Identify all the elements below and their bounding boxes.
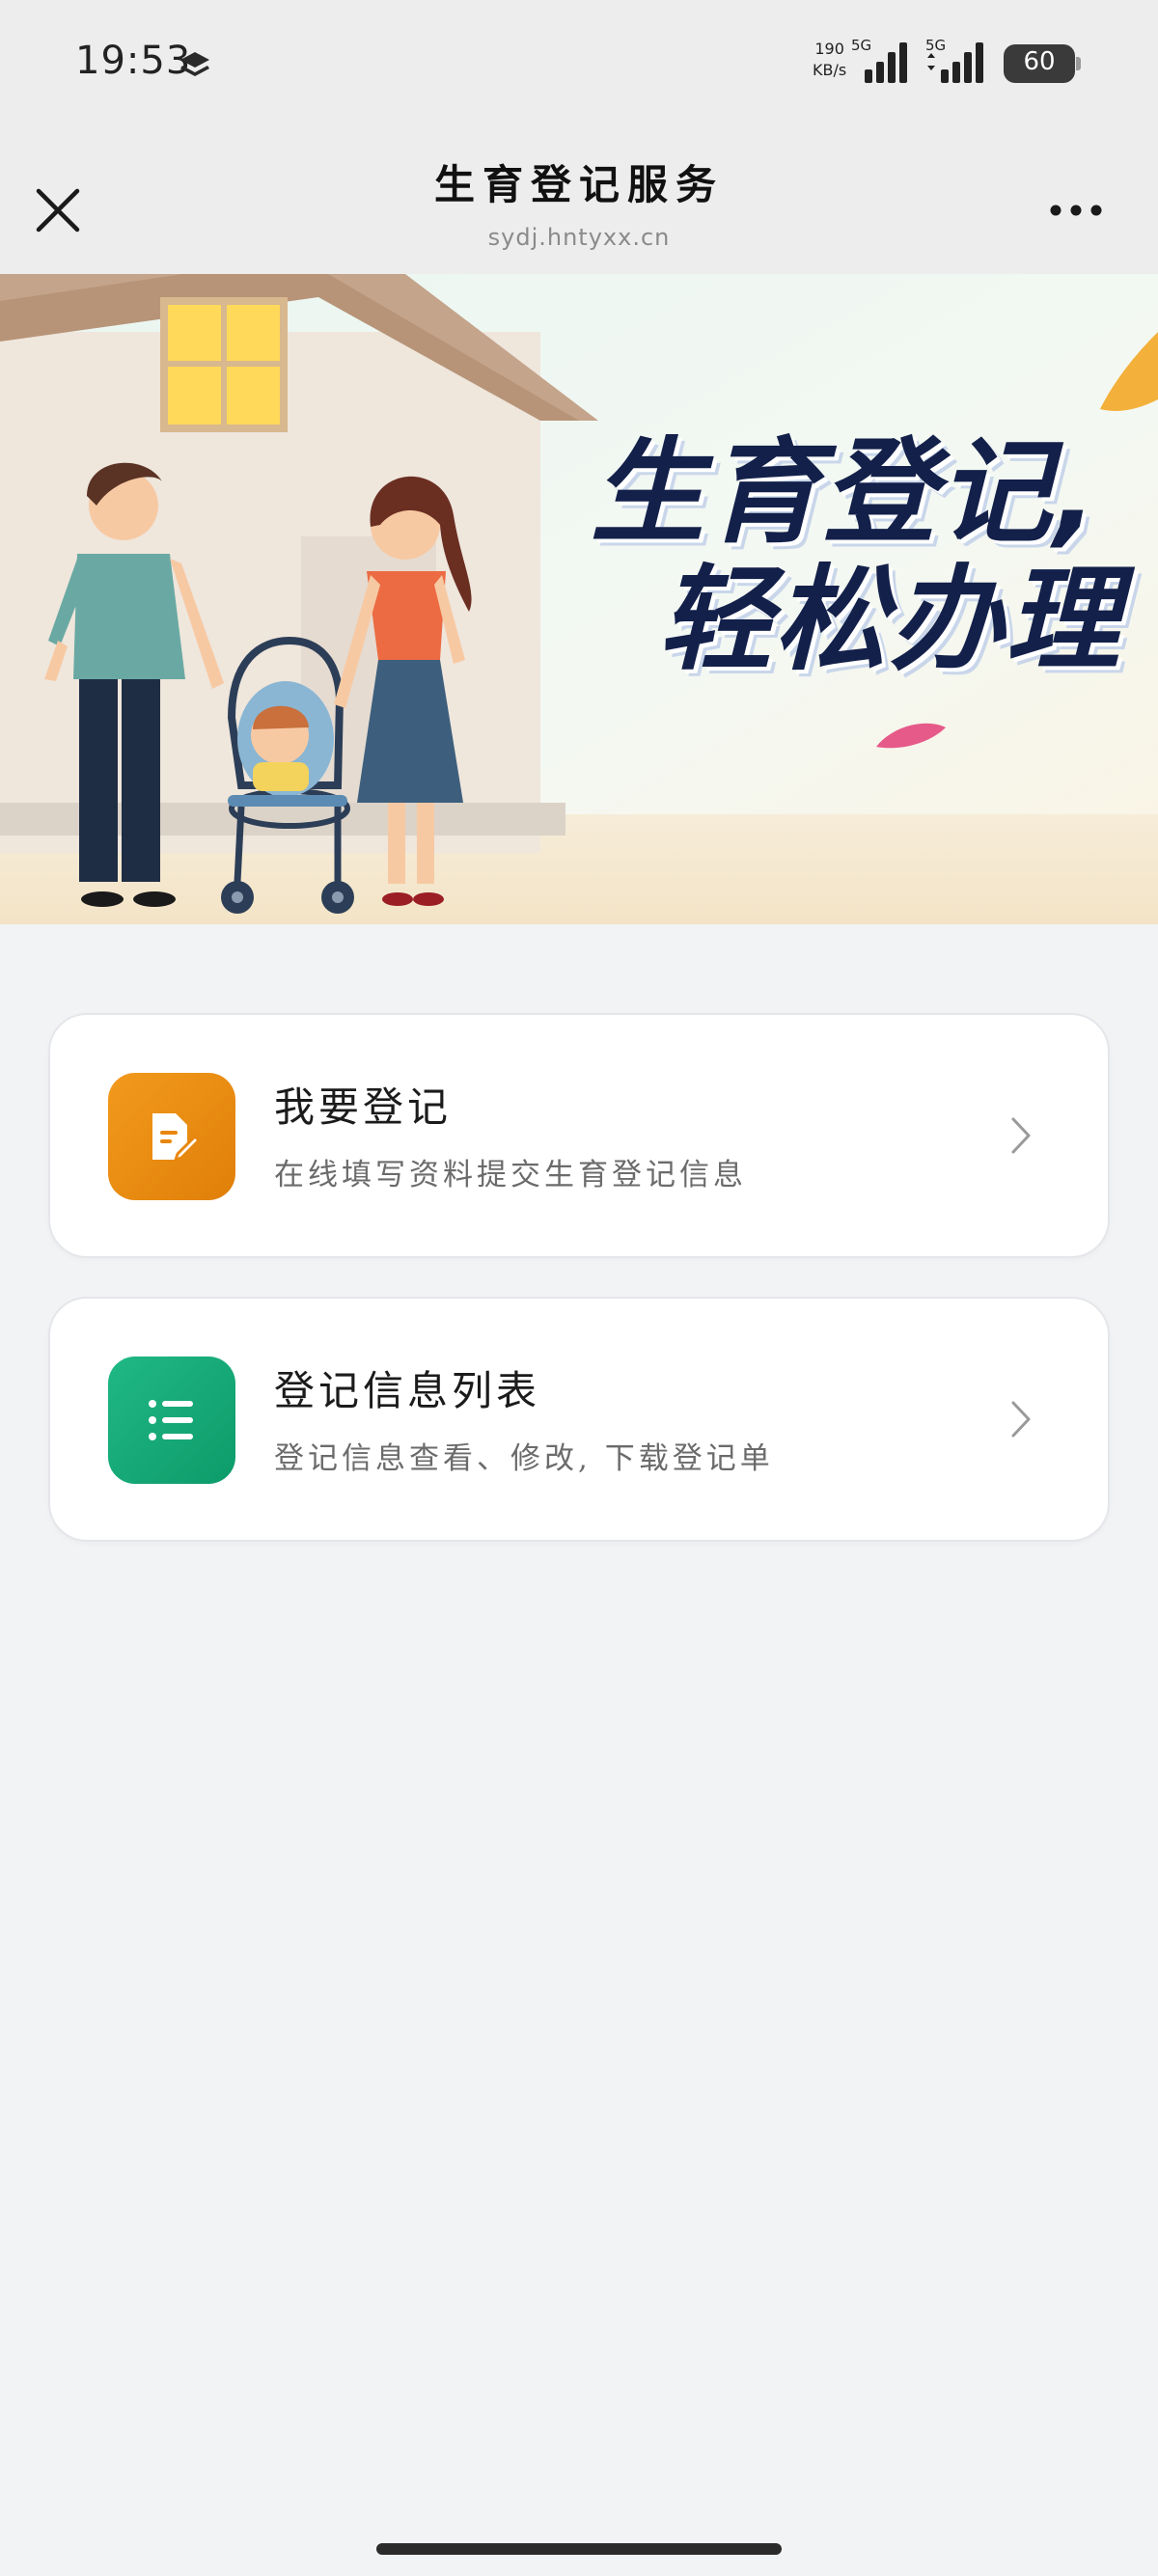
banner: 生育登记, 轻松办理 xyxy=(0,274,1158,924)
signal-1-label: 5G xyxy=(851,37,871,54)
page-url: sydj.hntyxx.cn xyxy=(487,224,671,251)
status-time: 19:53 xyxy=(75,39,192,83)
register-title: 我要登记 xyxy=(274,1083,453,1131)
register-list-title: 登记信息列表 xyxy=(274,1367,541,1414)
net-speed-value: 190 xyxy=(814,40,844,58)
battery-icon: 60 xyxy=(1004,44,1081,83)
signal-2-label: 5G xyxy=(925,37,946,54)
status-bar: 19:53 190 KB/s 5G 5G 60 xyxy=(0,0,1158,131)
register-subtitle: 在线填写资料提交生育登记信息 xyxy=(274,1158,747,1192)
page-title: 生育登记服务 xyxy=(433,161,724,208)
register-list-card[interactable]: 登记信息列表 登记信息查看、修改, 下载登记单 xyxy=(48,1297,1110,1542)
banner-line2: 轻松办理 xyxy=(658,553,1122,686)
chevron-right-icon xyxy=(1011,1401,1031,1438)
signal-icon: 5G xyxy=(851,37,907,83)
nav-header: 生育登记服务 sydj.hntyxx.cn xyxy=(0,131,1158,274)
banner-slogan: 生育登记, 轻松办理 xyxy=(591,428,1131,683)
list-icon xyxy=(108,1357,235,1484)
banner-line1: 生育登记, xyxy=(591,425,1099,559)
chevron-right-icon xyxy=(1011,1117,1031,1154)
battery-level: 60 xyxy=(1023,47,1056,76)
register-card[interactable]: 我要登记 在线填写资料提交生育登记信息 xyxy=(48,1013,1110,1258)
signal-icon: 5G xyxy=(925,37,983,83)
net-speed-unit: KB/s xyxy=(813,61,847,79)
home-indicator[interactable] xyxy=(376,2543,782,2555)
register-list-subtitle: 登记信息查看、修改, 下载登记单 xyxy=(274,1441,774,1476)
layers-icon xyxy=(180,52,209,76)
more-icon[interactable] xyxy=(1042,191,1110,230)
document-edit-icon xyxy=(108,1073,235,1200)
net-speed: 190 KB/s xyxy=(813,39,846,81)
